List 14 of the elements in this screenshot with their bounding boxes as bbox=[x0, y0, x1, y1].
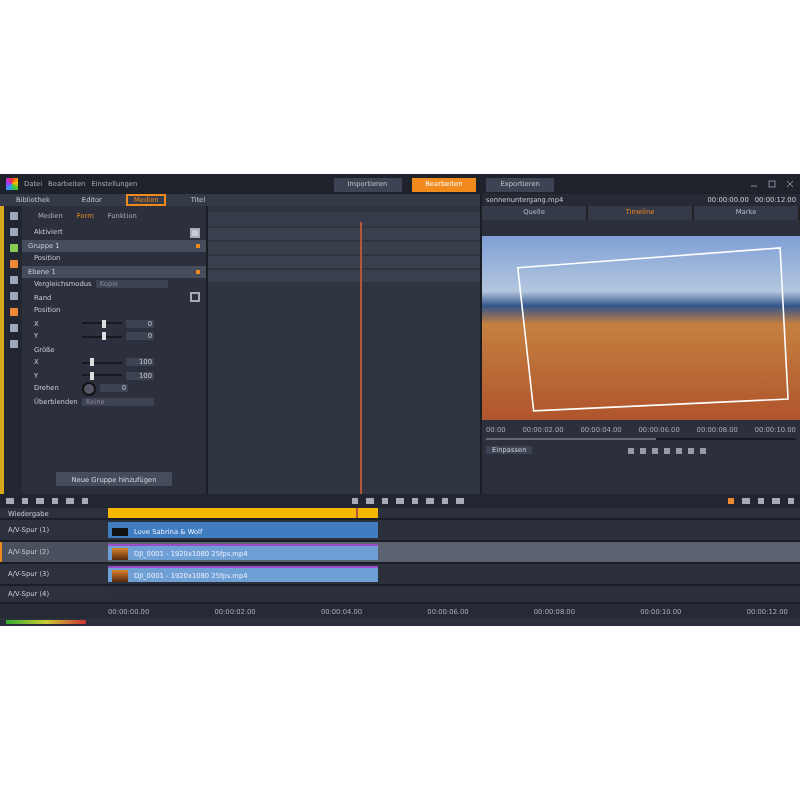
crop-frame[interactable] bbox=[516, 247, 789, 412]
tool-icon[interactable] bbox=[727, 498, 734, 504]
tool-icon[interactable] bbox=[21, 498, 28, 504]
tool-icon[interactable] bbox=[757, 498, 764, 504]
keyframe-icon[interactable] bbox=[195, 243, 200, 248]
tool-icon[interactable] bbox=[81, 498, 88, 504]
checkbox[interactable] bbox=[190, 227, 200, 238]
checkbox[interactable] bbox=[190, 292, 200, 303]
logo-icon bbox=[6, 178, 18, 190]
tool-icon[interactable] bbox=[787, 498, 794, 504]
close-icon[interactable] bbox=[786, 180, 795, 188]
maximize-icon[interactable] bbox=[768, 180, 777, 188]
tool-icon[interactable] bbox=[51, 498, 58, 504]
keyframe-icon[interactable] bbox=[195, 269, 200, 274]
